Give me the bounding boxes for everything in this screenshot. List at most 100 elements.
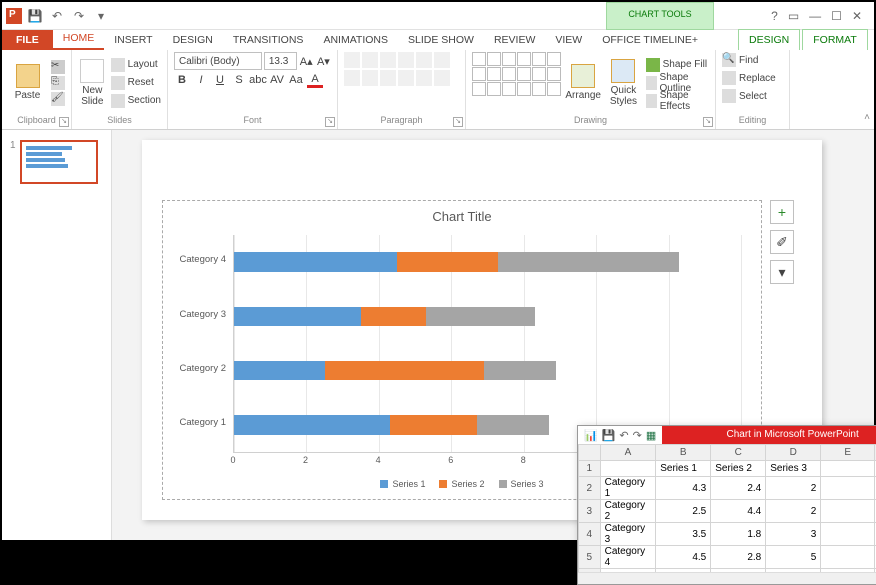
de-undo-icon[interactable]: ↶ (619, 429, 628, 442)
bullets-icon[interactable] (344, 52, 360, 68)
numbering-icon[interactable] (362, 52, 378, 68)
minimize-icon[interactable]: — (809, 9, 821, 23)
font-color-icon[interactable]: A (307, 72, 323, 88)
paste-button[interactable]: Paste (8, 52, 47, 113)
spacing-icon[interactable]: AV (269, 72, 285, 88)
data-editor-titlebar: 📊 💾 ↶ ↷ ▦ Chart in Microsoft PowerPoint … (578, 426, 876, 444)
align-right-icon[interactable] (380, 70, 396, 86)
select-button[interactable]: Select (722, 88, 783, 104)
indent-decrease-icon[interactable] (380, 52, 396, 68)
strike-button[interactable]: S (231, 72, 247, 88)
group-font-label: Font (174, 113, 331, 127)
replace-label: Replace (739, 73, 776, 84)
section-button[interactable]: Section (111, 93, 161, 109)
close-icon[interactable]: ✕ (852, 9, 862, 23)
slide-thumb-1[interactable]: 1 (10, 140, 103, 184)
shape-fill-button[interactable]: Shape Fill (646, 57, 709, 73)
help-icon[interactable]: ? (771, 9, 778, 23)
reset-icon (111, 76, 125, 90)
redo-icon[interactable]: ↷ (70, 7, 88, 25)
columns-icon[interactable] (416, 70, 432, 86)
tab-insert[interactable]: INSERT (104, 30, 162, 50)
shape-effects-button[interactable]: Shape Effects (646, 93, 709, 109)
save-icon[interactable]: 💾 (26, 7, 44, 25)
align-left-icon[interactable] (344, 70, 360, 86)
shrink-font-icon[interactable]: A▾ (316, 53, 331, 69)
tab-home[interactable]: HOME (53, 28, 105, 50)
font-size-combo[interactable]: 13.3 (264, 52, 297, 70)
tab-chart-format[interactable]: FORMAT (802, 29, 868, 50)
thumb-preview (20, 140, 98, 184)
paragraph-launcher[interactable]: ↘ (453, 117, 463, 127)
align-center-icon[interactable] (362, 70, 378, 86)
tab-office-timeline[interactable]: OFFICE TIMELINE+ (592, 30, 708, 50)
tab-file[interactable]: FILE (2, 30, 53, 50)
chart-elements-button[interactable]: + (770, 200, 794, 224)
chart-element-buttons: + ✐ ▾ (770, 200, 794, 284)
copy-icon[interactable]: ⎘ (51, 76, 65, 90)
ribbon-display-icon[interactable]: ▭ (788, 9, 799, 23)
tab-view[interactable]: VIEW (545, 30, 592, 50)
case-icon[interactable]: Aa (288, 72, 304, 88)
smartart-icon[interactable] (434, 70, 450, 86)
data-sheet[interactable]: ABCDEF1Series 1Series 2Series 32Category… (578, 444, 876, 572)
new-slide-button[interactable]: New Slide (78, 52, 107, 113)
de-excel-icon[interactable]: ▦ (646, 429, 656, 442)
de-redo-icon[interactable]: ↷ (633, 429, 642, 442)
slide-area: Chart Title Category 4 Category 3 Category… (112, 130, 874, 540)
group-paragraph-label: Paragraph (344, 113, 459, 127)
grow-font-icon[interactable]: A▴ (299, 53, 314, 69)
clipboard-launcher[interactable]: ↘ (59, 117, 69, 127)
quick-styles-label: Quick Styles (610, 85, 637, 107)
font-name-combo[interactable]: Calibri (Body) (174, 52, 262, 70)
reset-button[interactable]: Reset (111, 75, 161, 91)
chart-filters-button[interactable]: ▾ (770, 260, 794, 284)
tab-chart-design[interactable]: DESIGN (738, 29, 800, 50)
data-editor-grid[interactable]: ABCDEF1Series 1Series 2Series 32Category… (578, 444, 876, 572)
legend-item[interactable]: Series 1 (380, 479, 425, 489)
chart-data-editor[interactable]: 📊 💾 ↶ ↷ ▦ Chart in Microsoft PowerPoint … (577, 425, 876, 585)
layout-button[interactable]: Layout (111, 57, 161, 73)
bar-row[interactable]: Category 2 (234, 361, 741, 381)
font-launcher[interactable]: ↘ (325, 117, 335, 127)
italic-button[interactable]: I (193, 72, 209, 88)
cut-icon[interactable]: ✂ (51, 60, 65, 74)
shapes-gallery[interactable] (472, 52, 561, 113)
quick-styles-button[interactable]: Quick Styles (605, 52, 641, 113)
legend-item[interactable]: Series 2 (439, 479, 484, 489)
de-save-icon[interactable]: 💾 (602, 429, 616, 442)
collapse-ribbon-icon[interactable]: ˄ (864, 112, 870, 123)
shape-outline-button[interactable]: Shape Outline (646, 75, 709, 91)
find-button[interactable]: 🔍Find (722, 52, 783, 68)
shadow-button[interactable]: abc (250, 72, 266, 88)
title-bar: 💾 ↶ ↷ ▾ CHART TOOLS ? ▭ — ☐ ✕ (2, 2, 874, 30)
chart-styles-button[interactable]: ✐ (770, 230, 794, 254)
chart-title[interactable]: Chart Title (163, 201, 761, 228)
arrange-button[interactable]: Arrange (565, 52, 601, 113)
legend-item[interactable]: Series 3 (499, 479, 544, 489)
undo-icon[interactable]: ↶ (48, 7, 66, 25)
x-tick-label: 0 (230, 455, 235, 465)
bar-row[interactable]: Category 3 (234, 307, 741, 327)
tab-animations[interactable]: ANIMATIONS (313, 30, 398, 50)
tab-slideshow[interactable]: SLIDE SHOW (398, 30, 484, 50)
bar-row[interactable]: Category 4 (234, 252, 741, 272)
data-editor-hscroll[interactable] (578, 572, 876, 584)
chart-plot-area[interactable]: Category 4Category 3Category 2Category 1 (233, 235, 741, 453)
replace-button[interactable]: Replace (722, 70, 783, 86)
underline-button[interactable]: U (212, 72, 228, 88)
tab-review[interactable]: REVIEW (484, 30, 545, 50)
maximize-icon[interactable]: ☐ (831, 9, 842, 23)
tab-design[interactable]: DESIGN (163, 30, 223, 50)
line-spacing-icon[interactable] (416, 52, 432, 68)
x-tick-label: 6 (448, 455, 453, 465)
qat-more-icon[interactable]: ▾ (92, 7, 110, 25)
drawing-launcher[interactable]: ↘ (703, 117, 713, 127)
justify-icon[interactable] (398, 70, 414, 86)
bold-button[interactable]: B (174, 72, 190, 88)
format-painter-icon[interactable]: 🖌 (51, 92, 65, 106)
indent-increase-icon[interactable] (398, 52, 414, 68)
de-chart-icon[interactable]: 📊 (584, 429, 598, 442)
tab-transitions[interactable]: TRANSITIONS (223, 30, 314, 50)
text-direction-icon[interactable] (434, 52, 450, 68)
